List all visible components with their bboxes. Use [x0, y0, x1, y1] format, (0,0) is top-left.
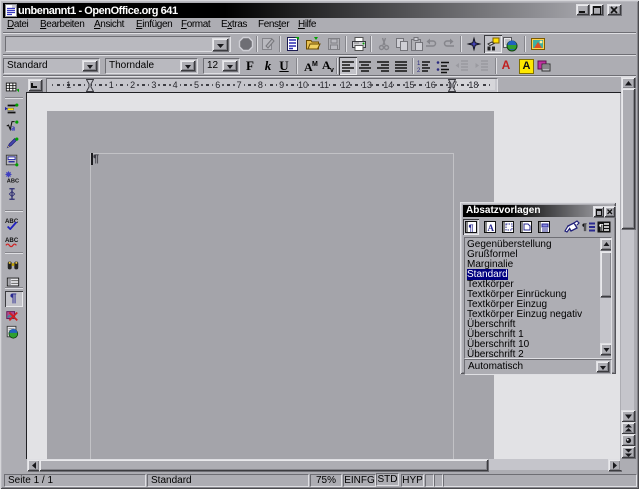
- svg-text:v: v: [330, 67, 334, 74]
- svg-text:ABC: ABC: [5, 218, 19, 225]
- svg-text:1: 1: [417, 61, 421, 67]
- svg-text:ABC: ABC: [7, 178, 19, 184]
- svg-text:2: 2: [417, 68, 421, 74]
- svg-text:a: a: [11, 123, 15, 132]
- svg-text:¶: ¶: [599, 223, 604, 232]
- svg-text:ABC: ABC: [5, 237, 19, 244]
- svg-text:A: A: [488, 223, 495, 233]
- svg-text:¶: ¶: [582, 222, 587, 232]
- svg-text:M: M: [312, 61, 318, 68]
- svg-text:¶: ¶: [469, 223, 474, 233]
